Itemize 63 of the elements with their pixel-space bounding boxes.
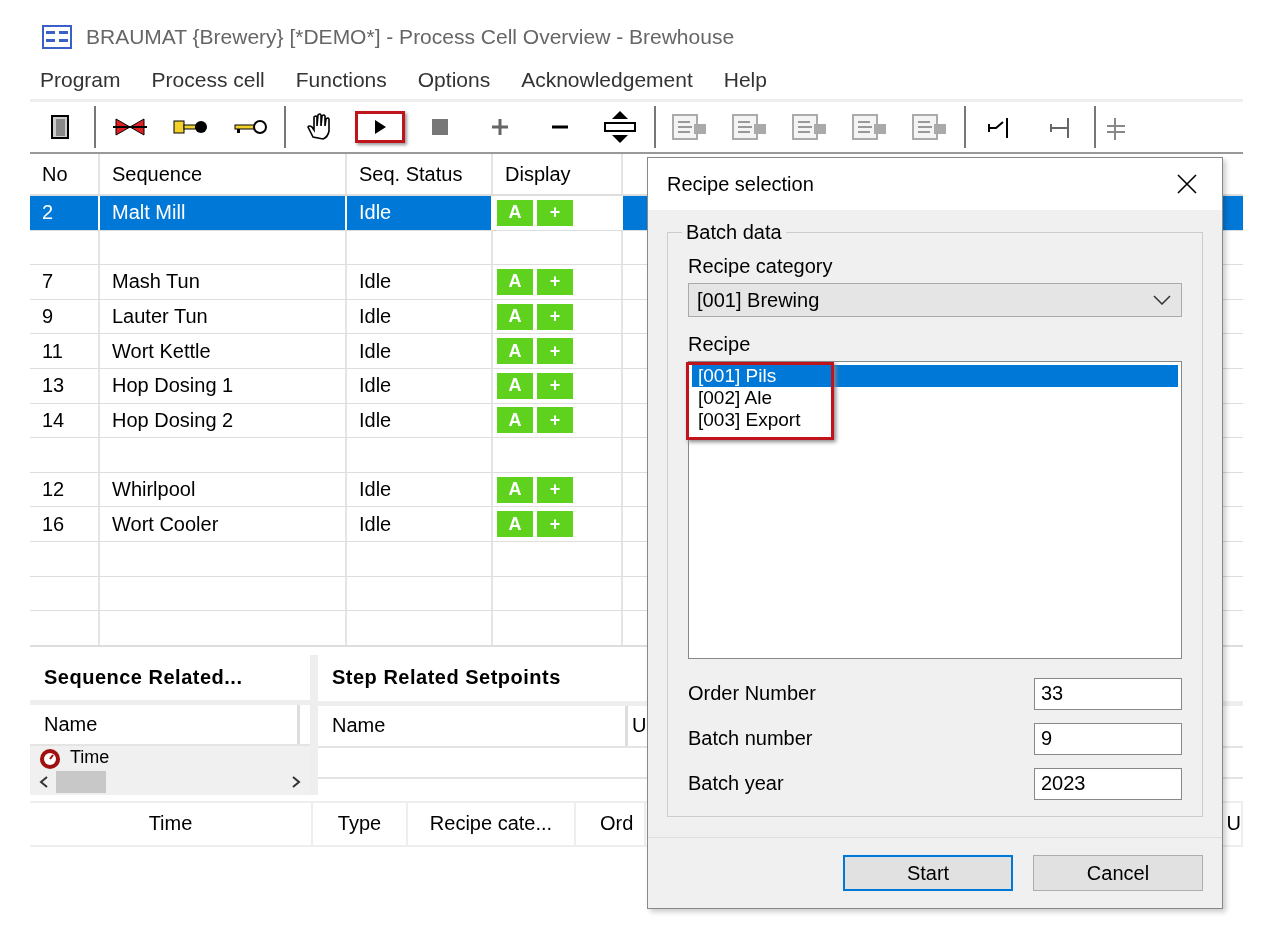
column-header[interactable]: U: [1226, 802, 1243, 845]
table-cell: Idle: [347, 403, 493, 438]
scrollbar-thumb[interactable]: [56, 771, 106, 793]
scroll-left-icon[interactable]: [38, 775, 50, 789]
list-item[interactable]: [001] Pils: [692, 365, 1178, 387]
menu-item[interactable]: Help: [723, 68, 767, 92]
table-cell: Idle: [347, 299, 493, 334]
column-header[interactable]: Sequence: [100, 154, 347, 194]
column-header[interactable]: Recipe cate...: [408, 802, 576, 845]
field-label: Batch number: [688, 727, 813, 750]
table-cell: Idle: [347, 507, 493, 541]
table-cell: Whirlpool: [100, 472, 347, 507]
column-header[interactable]: Seq. Status: [347, 154, 493, 194]
table-cell: 16: [30, 507, 100, 541]
input-field[interactable]: 2023: [1034, 767, 1182, 800]
table-cell: 11: [30, 334, 100, 368]
menu-item[interactable]: Program: [40, 68, 121, 92]
dialog-title: Recipe selection: [667, 172, 814, 196]
table-cell: Lauter Tun: [100, 299, 347, 334]
column-header[interactable]: Time: [30, 802, 313, 845]
list-item[interactable]: Time: [70, 747, 110, 769]
input-field[interactable]: 9: [1034, 722, 1182, 755]
field-label: Order Number: [688, 682, 816, 705]
chevron-down-icon: [1153, 295, 1171, 305]
table-cell: Idle: [347, 265, 493, 299]
scroll-right-icon[interactable]: [290, 775, 302, 789]
menu-item[interactable]: Acknowledgement: [521, 68, 693, 92]
list-item[interactable]: [003] Export: [692, 409, 1178, 431]
play-icon: [373, 119, 387, 135]
table-cell: Malt Mill: [100, 196, 347, 230]
clock-icon: [38, 746, 62, 769]
play-button[interactable]: [355, 111, 405, 143]
window-title: BRAUMAT {Brewery} [*DEMO*] - Process Cell Overview - Brewhouse: [86, 25, 735, 49]
menu-item[interactable]: Options: [417, 68, 491, 92]
column-header[interactable]: Name: [30, 704, 300, 744]
menu-item[interactable]: Process cell: [151, 68, 265, 92]
table-cell: 7: [30, 265, 100, 299]
app-icon: [42, 25, 72, 49]
column-header[interactable]: U: [628, 714, 647, 738]
table-cell: Wort Kettle: [100, 334, 347, 368]
table-cell: Mash Tun: [100, 265, 347, 299]
table-cell: 13: [30, 368, 100, 403]
column-header[interactable]: Display: [493, 154, 623, 194]
table-cell: Idle: [347, 472, 493, 507]
column-header[interactable]: No: [30, 154, 100, 194]
table-cell: 9: [30, 299, 100, 334]
category-dropdown[interactable]: [001] Brewing: [688, 283, 1182, 317]
input-field[interactable]: 33: [1034, 677, 1182, 710]
table-cell: 2: [30, 196, 100, 230]
close-icon[interactable]: [1176, 173, 1198, 195]
field-label: Batch year: [688, 772, 784, 795]
menu-item[interactable]: Functions: [295, 68, 387, 92]
table-cell: Idle: [347, 334, 493, 368]
column-header[interactable]: Type: [313, 802, 408, 845]
table-cell: Wort Cooler: [100, 507, 347, 541]
table-cell: Hop Dosing 2: [100, 403, 347, 438]
column-header[interactable]: Name: [318, 705, 628, 746]
table-cell: Idle: [347, 368, 493, 403]
table-cell: 12: [30, 472, 100, 507]
dialog-button[interactable]: Cancel: [1033, 855, 1203, 891]
dialog-button[interactable]: Start: [843, 855, 1013, 891]
table-cell: Hop Dosing 1: [100, 368, 347, 403]
table-cell: 14: [30, 403, 100, 438]
